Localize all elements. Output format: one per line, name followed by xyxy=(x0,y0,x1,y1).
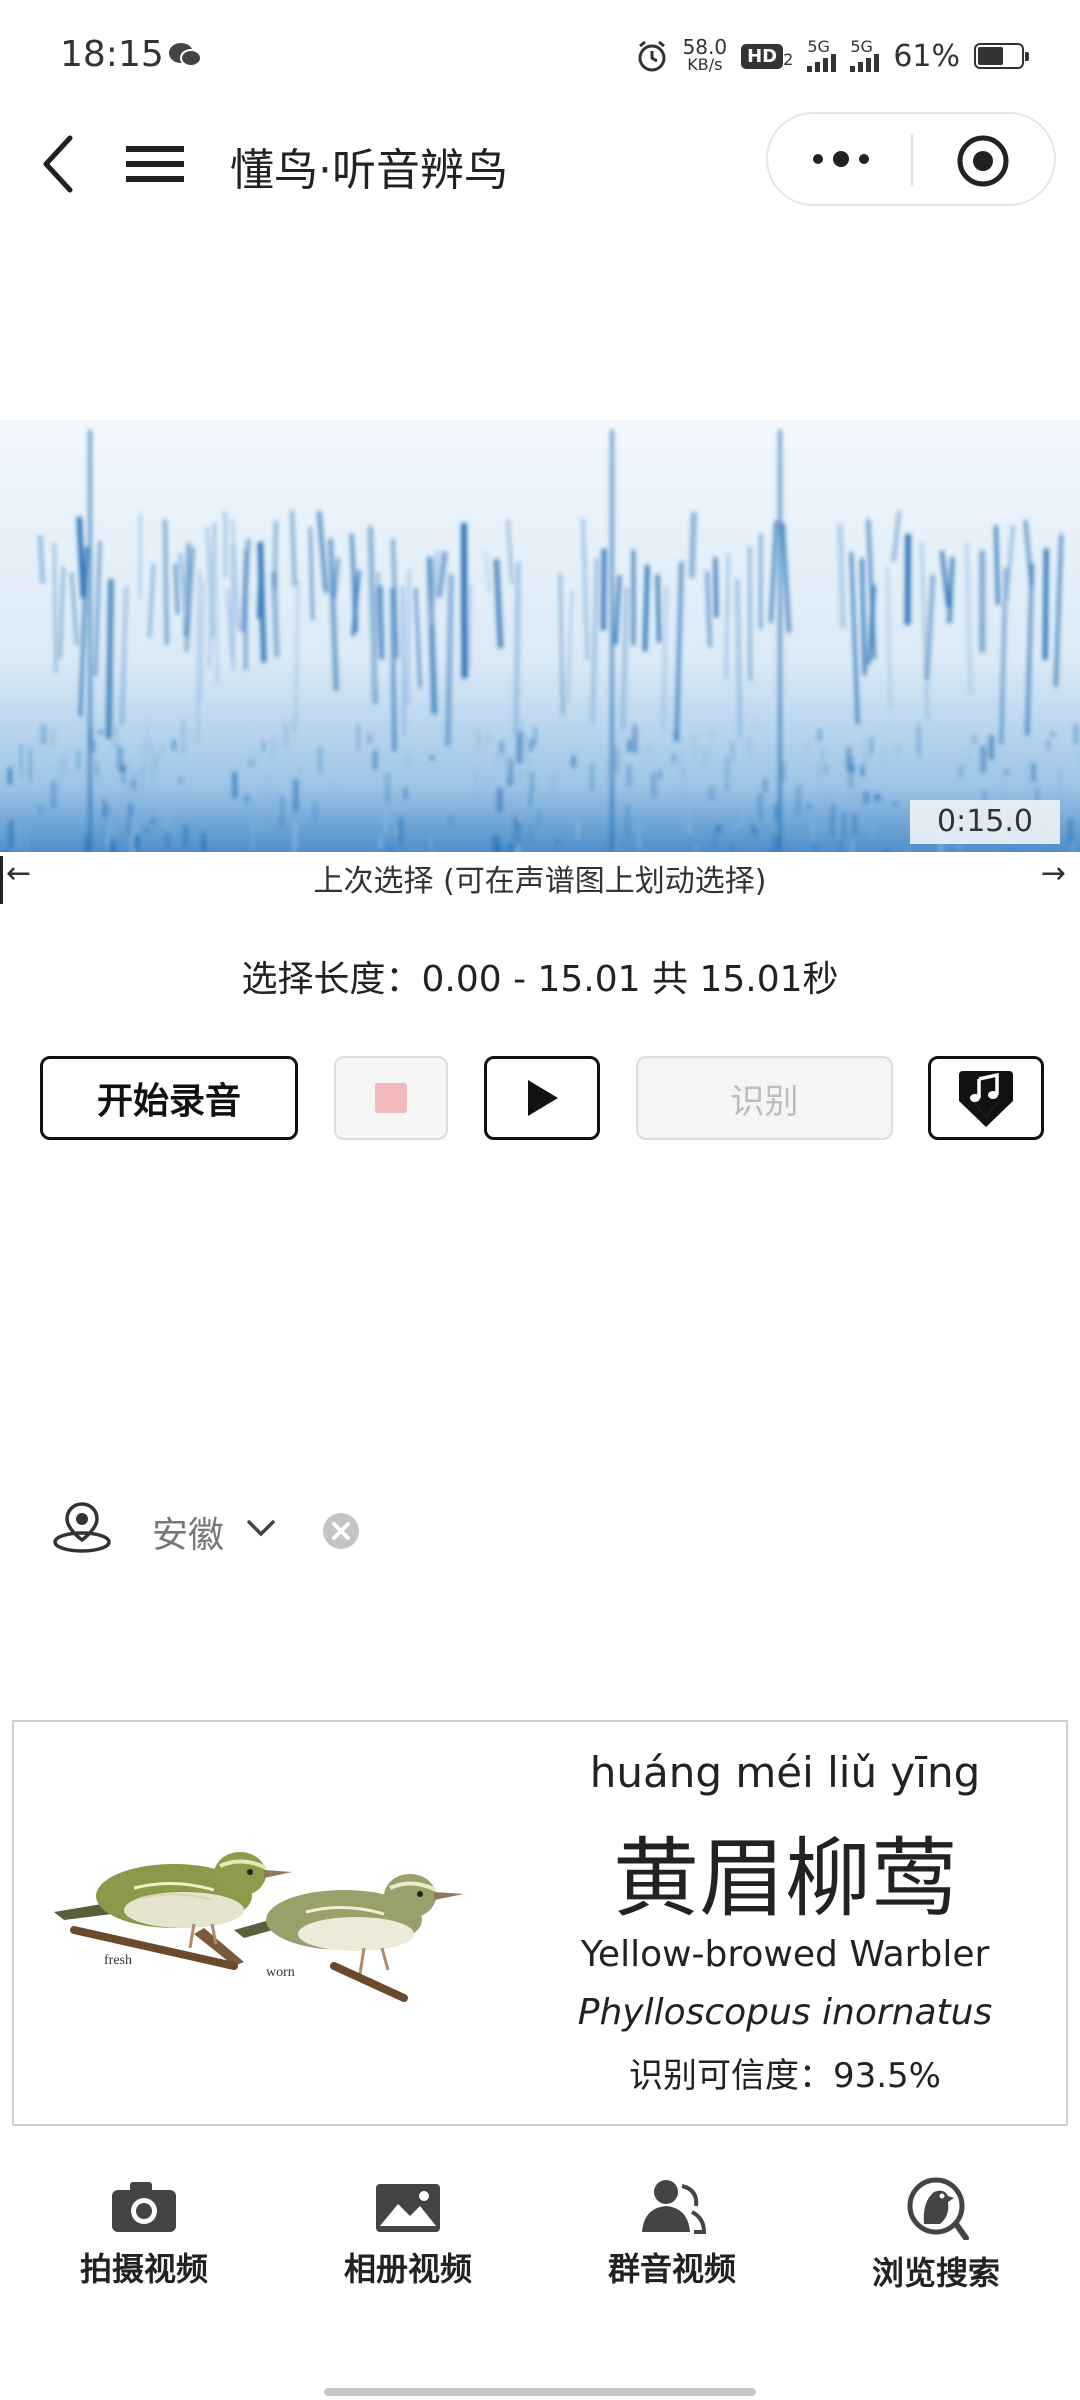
selection-length: 选择长度：0.00 - 15.01 共 15.01秒 xyxy=(241,959,839,1000)
selection-hint: 上次选择 (可在声谱图上划动选择) xyxy=(313,864,767,899)
image-icon xyxy=(376,2184,440,2232)
region-selector[interactable]: 安徽 xyxy=(152,1506,224,1558)
status-time: 18:15 xyxy=(60,34,164,75)
location-pin-icon[interactable] xyxy=(52,1500,112,1554)
nav-album-video[interactable]: 相册视频 xyxy=(298,2176,518,2290)
hd-sub: 2 xyxy=(783,49,794,69)
bird-search-icon xyxy=(907,2177,969,2240)
nav-browse-search-label: 浏览搜索 xyxy=(871,2254,1000,2292)
signal1-bars-icon xyxy=(807,54,837,72)
close-target-icon[interactable] xyxy=(956,134,1010,188)
alarm-icon xyxy=(638,40,666,72)
identify-button[interactable]: 识别 xyxy=(636,1056,893,1140)
nav-shoot-video[interactable]: 拍摄视频 xyxy=(34,2176,254,2290)
signal2-bars-icon xyxy=(850,54,880,72)
menu-icon[interactable] xyxy=(126,144,184,184)
duration-label: 0:15.0 xyxy=(910,800,1060,844)
hd-indicator: HD 2 xyxy=(741,43,794,69)
net-speed-unit: KB/s xyxy=(687,55,723,74)
play-icon xyxy=(528,1080,558,1116)
net-speed-value: 58.0 xyxy=(682,35,728,59)
right-arrow[interactable]: → xyxy=(1041,856,1066,891)
battery-percent: 61% xyxy=(893,38,960,74)
stop-icon xyxy=(375,1083,407,1113)
group-icon xyxy=(642,2180,707,2234)
stop-button[interactable] xyxy=(334,1056,448,1140)
clear-region-icon[interactable] xyxy=(322,1512,360,1550)
bird-illustration: fresh worn xyxy=(54,1852,464,2002)
spectrogram-graphic[interactable] xyxy=(0,420,1080,852)
confidence-score: 识别可信度：93.5% xyxy=(628,2056,941,2096)
species-latin-name: Phylloscopus inornatus xyxy=(577,1992,993,2033)
battery-icon xyxy=(974,43,1029,69)
species-chinese-name: 黄眉柳莺 xyxy=(613,1829,957,1929)
bird-fresh-image xyxy=(54,1852,292,1970)
back-icon[interactable] xyxy=(38,132,78,196)
music-download-icon xyxy=(959,1071,1013,1127)
fresh-label: fresh xyxy=(104,1953,132,1968)
wechat-icon xyxy=(169,43,202,67)
nav-group-video[interactable]: 群音视频 xyxy=(562,2176,782,2290)
species-english-name: Yellow-browed Warbler xyxy=(580,1934,990,1975)
net-speed: 58.0 KB/s xyxy=(682,35,728,74)
capsule-divider xyxy=(911,134,913,186)
signal1-label: 5G xyxy=(807,37,830,56)
signal-5g-2: 5G xyxy=(850,37,880,72)
hd-badge: HD xyxy=(741,43,784,69)
nav-album-video-label: 相册视频 xyxy=(343,2250,472,2288)
worn-label: worn xyxy=(266,1965,295,1980)
spectrogram[interactable] xyxy=(0,420,1080,852)
nav-group-video-label: 群音视频 xyxy=(607,2250,736,2288)
status-icons: 58.0 KB/s HD 2 5G 5G 61% xyxy=(635,30,1029,82)
signal2-label: 5G xyxy=(850,37,873,56)
start-recording-button[interactable]: 开始录音 xyxy=(40,1056,298,1140)
mini-program-capsule xyxy=(766,112,1056,206)
music-download-button[interactable] xyxy=(928,1056,1044,1140)
signal-5g-1: 5G xyxy=(807,37,837,72)
more-icon[interactable] xyxy=(806,144,876,174)
nav-shoot-video-label: 拍摄视频 xyxy=(79,2250,208,2288)
home-indicator[interactable] xyxy=(324,2388,756,2396)
species-pinyin: huáng méi liǔ yīng xyxy=(589,1748,981,1797)
page-title: 懂鸟·听音辨鸟 xyxy=(230,145,508,196)
play-button[interactable] xyxy=(484,1056,600,1140)
chevron-down-icon[interactable] xyxy=(246,1516,276,1540)
nav-browse-search[interactable]: 浏览搜索 xyxy=(826,2176,1046,2294)
camera-icon xyxy=(112,2182,176,2232)
